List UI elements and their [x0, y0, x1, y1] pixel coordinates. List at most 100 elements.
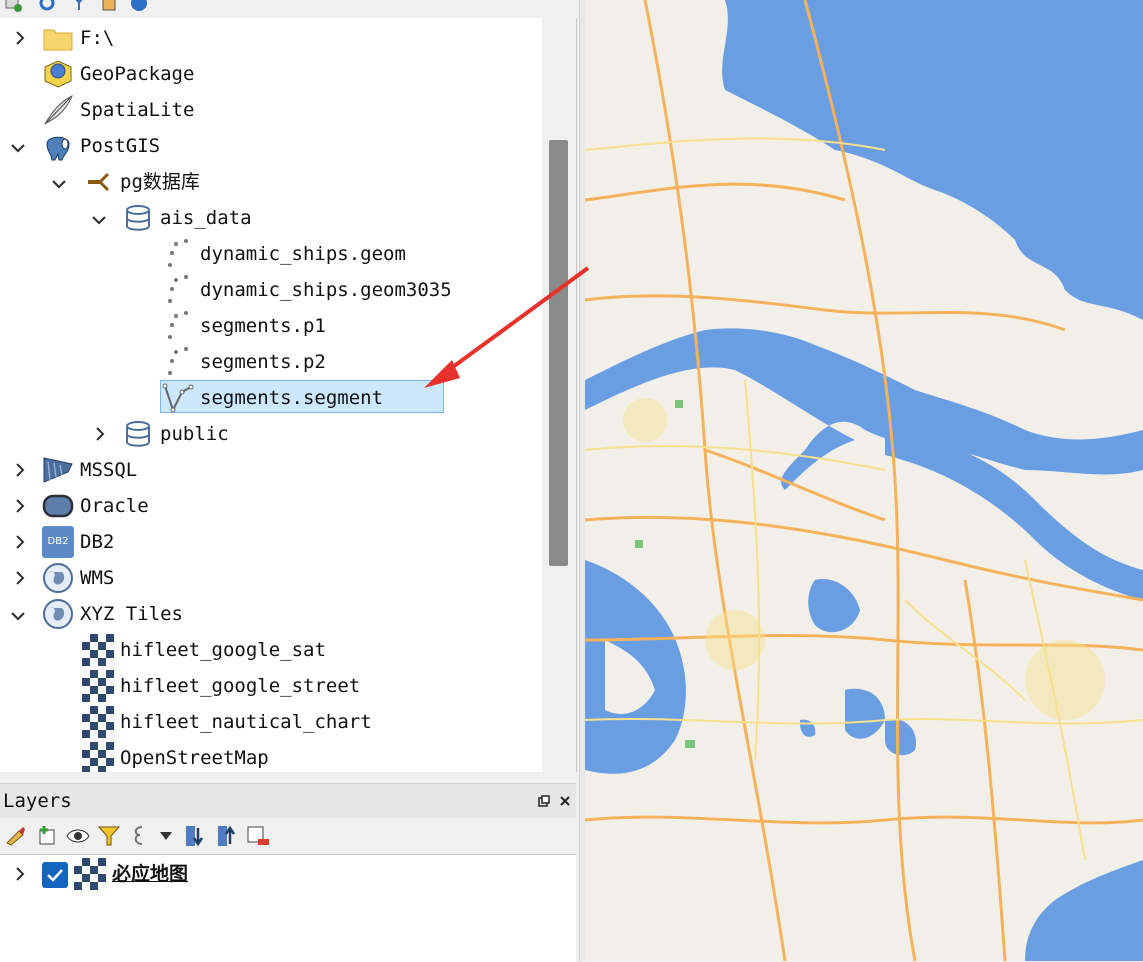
browser-item-label: segments.p2 [200, 351, 326, 373]
browser-item-xyz-hifleet-nautical-chart[interactable]: hifleet_nautical_chart [0, 705, 540, 739]
filter-browser-icon[interactable] [70, 0, 88, 12]
browser-item-label: GeoPackage [80, 63, 195, 85]
map-tiles [585, 0, 1143, 961]
browser-item-label: WMS [80, 567, 115, 589]
mssql-icon [43, 457, 73, 483]
browser-item-label: pg数据库 [120, 171, 200, 193]
browser-item-postgis[interactable]: PostGIS [0, 129, 540, 163]
line-layer-icon [162, 383, 194, 413]
xyz-tile-icon [82, 706, 114, 738]
database-schema-icon [126, 421, 150, 447]
folder-icon [43, 29, 73, 51]
chevron-right-icon[interactable] [93, 427, 107, 441]
browser-item-xyz-openstreetmap[interactable]: OpenStreetMap [0, 741, 540, 772]
browser-item-ais-data[interactable]: ais_data [0, 201, 540, 235]
postgis-elephant-icon [46, 136, 70, 161]
collapse-all-icon[interactable] [216, 824, 240, 848]
chevron-right-icon[interactable] [13, 571, 27, 585]
spatialite-feather-icon [44, 94, 73, 125]
add-selected-layers-icon[interactable] [4, 0, 22, 12]
browser-item-xyz-tiles[interactable]: XYZ Tiles [0, 597, 540, 631]
connection-icon [88, 172, 110, 192]
browser-item-wms[interactable]: WMS [0, 561, 540, 595]
geopackage-icon [44, 60, 72, 88]
chevron-right-icon[interactable] [13, 463, 27, 477]
point-layer-icon [168, 239, 188, 267]
chevron-right-icon[interactable] [13, 867, 27, 881]
xyz-tile-icon [74, 858, 106, 890]
filter-expression-icon[interactable] [128, 824, 152, 848]
browser-item-db2[interactable]: DB2 DB2 [0, 525, 540, 559]
chevron-right-icon[interactable] [13, 31, 27, 45]
refresh-icon[interactable] [38, 0, 56, 12]
help-icon[interactable] [130, 0, 148, 12]
close-icon[interactable] [559, 795, 571, 807]
globe-icon [43, 563, 73, 593]
browser-item-label: hifleet_google_street [120, 675, 361, 697]
layers-toolbar [0, 818, 576, 854]
style-brush-icon[interactable] [5, 825, 27, 847]
browser-item-label: segments.segment [200, 387, 384, 409]
browser-item-label: dynamic_ships.geom3035 [200, 279, 452, 301]
browser-item-pg-connection[interactable]: pg数据库 [0, 165, 540, 199]
browser-item-layer-segments-p2[interactable]: segments.p2 [0, 345, 540, 379]
browser-toolbar [0, 0, 580, 18]
browser-item-label: OpenStreetMap [120, 747, 269, 769]
xyz-tile-icon [82, 670, 114, 702]
map-canvas[interactable] [585, 0, 1143, 961]
browser-item-f-drive[interactable]: F:\ [0, 21, 540, 55]
browser-item-label: MSSQL [80, 459, 138, 481]
remove-layer-icon[interactable] [246, 824, 270, 848]
db2-icon: DB2 [42, 526, 74, 558]
browser-item-label: ais_data [160, 207, 252, 229]
point-layer-icon [168, 275, 188, 303]
browser-item-label: PostGIS [80, 135, 161, 157]
browser-item-label: F:\ [80, 27, 115, 49]
point-layer-icon [168, 311, 188, 339]
browser-item-oracle[interactable]: Oracle [0, 489, 540, 523]
layer-visibility-checkbox[interactable] [42, 862, 68, 888]
oracle-icon [42, 494, 74, 518]
browser-item-layer-segments-segment[interactable]: segments.segment [0, 381, 540, 415]
layers-panel-title: Layers [3, 790, 72, 812]
browser-item-layer-dynamic-ships-geom3035[interactable]: dynamic_ships.geom3035 [0, 273, 540, 307]
database-schema-icon [126, 205, 150, 231]
browser-item-label: hifleet_nautical_chart [120, 711, 372, 733]
browser-item-layer-segments-p1[interactable]: segments.p1 [0, 309, 540, 343]
browser-item-public[interactable]: public [0, 417, 540, 451]
undock-icon[interactable] [538, 795, 550, 807]
add-group-icon[interactable] [36, 824, 60, 848]
browser-item-label: XYZ Tiles [80, 603, 183, 625]
browser-item-label: Oracle [80, 495, 149, 517]
layers-panel-header: Layers [0, 783, 576, 818]
browser-item-label: dynamic_ships.geom [200, 243, 406, 265]
filter-legend-icon[interactable] [98, 825, 120, 847]
eye-icon[interactable] [66, 826, 90, 846]
chevron-down-icon[interactable] [11, 609, 25, 623]
browser-tree: F:\ GeoPackage SpatiaLite PostGIS pg数据库 [0, 18, 577, 772]
browser-item-geopackage[interactable]: GeoPackage [0, 57, 540, 91]
browser-item-spatialite[interactable]: SpatiaLite [0, 93, 540, 127]
browser-item-xyz-hifleet-google-sat[interactable]: hifleet_google_sat [0, 633, 540, 667]
chevron-right-icon[interactable] [13, 535, 27, 549]
layer-name: 必应地图 [112, 863, 189, 885]
chevron-down-icon[interactable] [92, 213, 106, 227]
left-panel: F:\ GeoPackage SpatiaLite PostGIS pg数据库 [0, 0, 580, 962]
chevron-right-icon[interactable] [13, 499, 27, 513]
xyz-tile-icon [82, 634, 114, 666]
dropdown-arrow-icon[interactable] [159, 831, 173, 841]
browser-item-xyz-hifleet-google-street[interactable]: hifleet_google_street [0, 669, 540, 703]
expand-all-icon[interactable] [184, 824, 208, 848]
browser-item-label: SpatiaLite [80, 99, 195, 121]
browser-scrollbar-thumb[interactable] [549, 140, 568, 566]
browser-item-layer-dynamic-ships-geom[interactable]: dynamic_ships.geom [0, 237, 540, 271]
browser-item-label: DB2 [80, 531, 115, 553]
browser-item-label: hifleet_google_sat [120, 639, 326, 661]
chevron-down-icon[interactable] [52, 177, 66, 191]
xyz-tile-icon [82, 742, 114, 772]
layer-item[interactable]: 必应地图 [0, 857, 576, 891]
collapse-all-icon[interactable] [100, 0, 118, 12]
layers-tree: 必应地图 [0, 854, 576, 962]
browser-item-mssql[interactable]: MSSQL [0, 453, 540, 487]
chevron-down-icon[interactable] [11, 141, 25, 155]
